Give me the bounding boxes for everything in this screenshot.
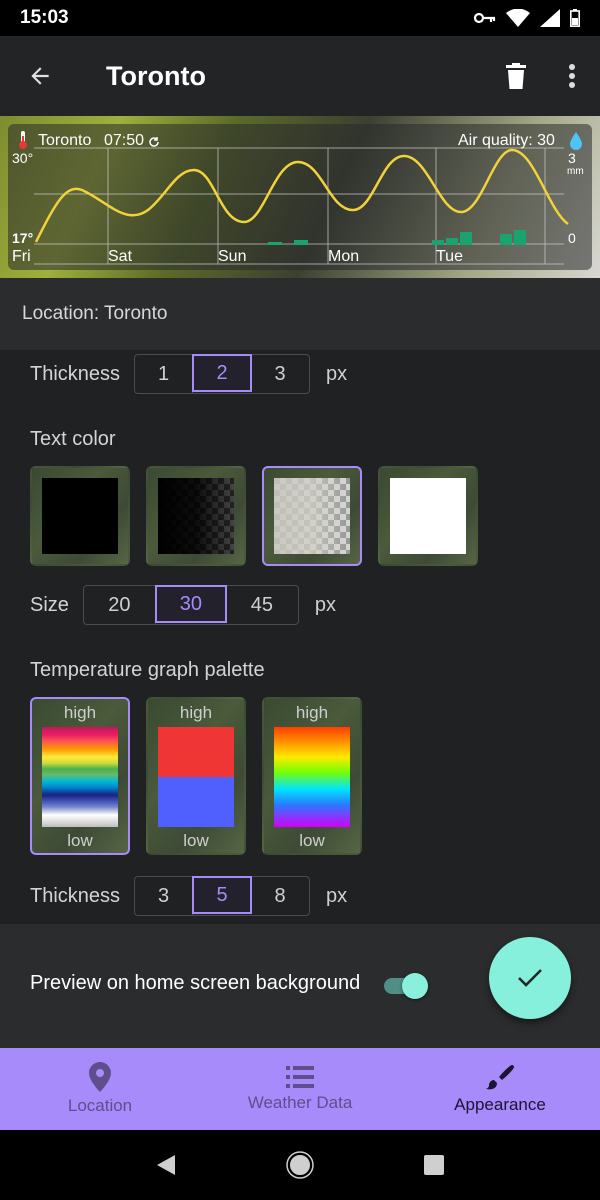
text-size-option-30[interactable]: 30 — [154, 585, 227, 623]
day-label: Tue — [436, 248, 463, 265]
graph-thickness-label: Thickness — [30, 884, 121, 907]
refresh-icon — [149, 137, 159, 147]
precip-max: 3 — [568, 150, 576, 166]
palette-high-label: high — [295, 703, 329, 722]
color-white-fade-sample — [274, 478, 350, 554]
recents-square-icon[interactable] — [423, 1154, 445, 1176]
graph-thickness-row: Thickness 3 5 8 px — [30, 876, 347, 916]
day-label: Sat — [108, 248, 133, 265]
text-color-white[interactable] — [378, 466, 478, 566]
battery-icon — [570, 9, 580, 27]
palette-low-label: low — [67, 831, 93, 850]
palette-gradient — [42, 727, 118, 827]
day-label: Mon — [328, 248, 360, 265]
toggle-thumb — [402, 973, 428, 999]
text-size-unit: px — [314, 593, 337, 616]
color-white-sample — [390, 478, 466, 554]
home-circle-icon[interactable] — [286, 1151, 314, 1179]
temp-low: 17° — [12, 230, 34, 246]
nav-label-weather-data: Weather Data — [247, 1093, 353, 1112]
text-size-selector: 20 30 45 — [82, 585, 299, 625]
palette-option-spectrum[interactable]: high low — [262, 697, 362, 855]
nav-label-location: Location — [67, 1096, 133, 1115]
palette-low-label: low — [299, 831, 325, 850]
text-size-label: Size — [30, 593, 69, 616]
status-icons — [474, 9, 580, 27]
weather-widget: Toronto 07:50 Air quality: 30 30° 17° 3 … — [8, 124, 592, 270]
vpn-key-icon — [474, 12, 496, 24]
color-black-fade-sample — [158, 478, 234, 554]
system-navigation-bar — [0, 1130, 600, 1200]
palette-option-red-blue[interactable]: high low — [146, 697, 246, 855]
save-fab-button[interactable] — [489, 937, 571, 1019]
widget-preview: Toronto 07:50 Air quality: 30 30° 17° 3 … — [0, 116, 600, 278]
graph-thickness-option-3[interactable]: 3 — [135, 877, 194, 915]
paintbrush-icon — [486, 1065, 514, 1090]
widget-time: 07:50 — [104, 132, 145, 149]
text-size-option-45[interactable]: 45 — [226, 586, 298, 624]
palette-high-label: high — [179, 703, 213, 722]
air-quality: Air quality: 30 — [458, 132, 555, 149]
delete-button[interactable] — [488, 48, 544, 104]
graph-thickness-option-5[interactable]: 5 — [192, 876, 253, 914]
temp-high: 30° — [12, 150, 34, 166]
line-thickness-option-2[interactable]: 2 — [192, 354, 253, 392]
raindrop-icon — [570, 132, 582, 150]
graph-thickness-selector: 3 5 8 — [134, 876, 311, 916]
nav-item-weather-data[interactable]: Weather Data — [200, 1048, 400, 1130]
appearance-settings: Thickness 1 2 3 px Text color Size 20 30… — [0, 350, 600, 924]
color-black-sample — [42, 478, 118, 554]
app-actions — [488, 48, 600, 104]
nav-label-appearance: Appearance — [454, 1095, 546, 1114]
graph-thickness-option-8[interactable]: 8 — [251, 877, 309, 915]
check-icon — [518, 969, 542, 987]
text-color-white-transparent[interactable] — [262, 466, 362, 566]
line-thickness-label: Thickness — [30, 362, 121, 385]
precip-min: 0 — [568, 230, 576, 246]
location-pin-icon — [89, 1062, 111, 1092]
palette-gradient — [158, 727, 234, 827]
status-bar: 15:03 — [0, 0, 600, 36]
more-vert-icon — [569, 64, 575, 88]
text-size-row: Size 20 30 45 px — [30, 585, 336, 625]
status-time: 15:03 — [20, 7, 69, 28]
preview-toggle[interactable] — [382, 972, 428, 999]
location-label: Location: Toronto — [22, 303, 168, 324]
line-thickness-option-3[interactable]: 3 — [251, 355, 309, 393]
line-thickness-selector: 1 2 3 — [134, 354, 311, 394]
thermometer-icon — [19, 131, 27, 149]
more-options-button[interactable] — [544, 48, 600, 104]
text-color-black[interactable] — [30, 466, 130, 566]
preview-label: Preview on home screen background — [30, 972, 361, 994]
precip-unit: mm — [567, 166, 584, 177]
palette-low-label: low — [183, 831, 209, 850]
text-color-title: Text color — [30, 428, 116, 450]
page-title: Toronto — [106, 60, 206, 91]
list-icon — [286, 1066, 314, 1088]
line-thickness-option-1[interactable]: 1 — [135, 355, 194, 393]
widget-location: Toronto — [38, 132, 92, 149]
palette-gradient — [274, 727, 350, 827]
palette-high-label: high — [63, 703, 97, 722]
back-button[interactable] — [12, 48, 68, 104]
text-color-black-transparent[interactable] — [146, 466, 246, 566]
back-triangle-icon[interactable] — [155, 1153, 177, 1177]
palette-option-rainbow-bands[interactable]: high low — [30, 697, 130, 855]
palette-title: Temperature graph palette — [30, 659, 265, 681]
nav-item-appearance[interactable]: Appearance — [400, 1048, 600, 1130]
day-label: Fri — [12, 248, 31, 265]
wifi-icon — [506, 9, 530, 27]
graph-thickness-unit: px — [326, 884, 348, 907]
arrow-back-icon — [31, 67, 49, 85]
line-thickness-row: Thickness 1 2 3 px — [30, 354, 347, 394]
day-label: Sun — [218, 248, 247, 265]
app-bar: Toronto — [0, 36, 600, 116]
nav-item-location[interactable]: Location — [0, 1048, 200, 1130]
location-bar: Location: Toronto — [0, 278, 600, 350]
line-thickness-unit: px — [326, 362, 348, 385]
trash-icon — [506, 63, 526, 89]
cell-signal-icon — [540, 9, 560, 27]
bottom-navigation: Location Weather Data Appearance — [0, 1048, 600, 1130]
text-size-option-20[interactable]: 20 — [84, 586, 156, 624]
